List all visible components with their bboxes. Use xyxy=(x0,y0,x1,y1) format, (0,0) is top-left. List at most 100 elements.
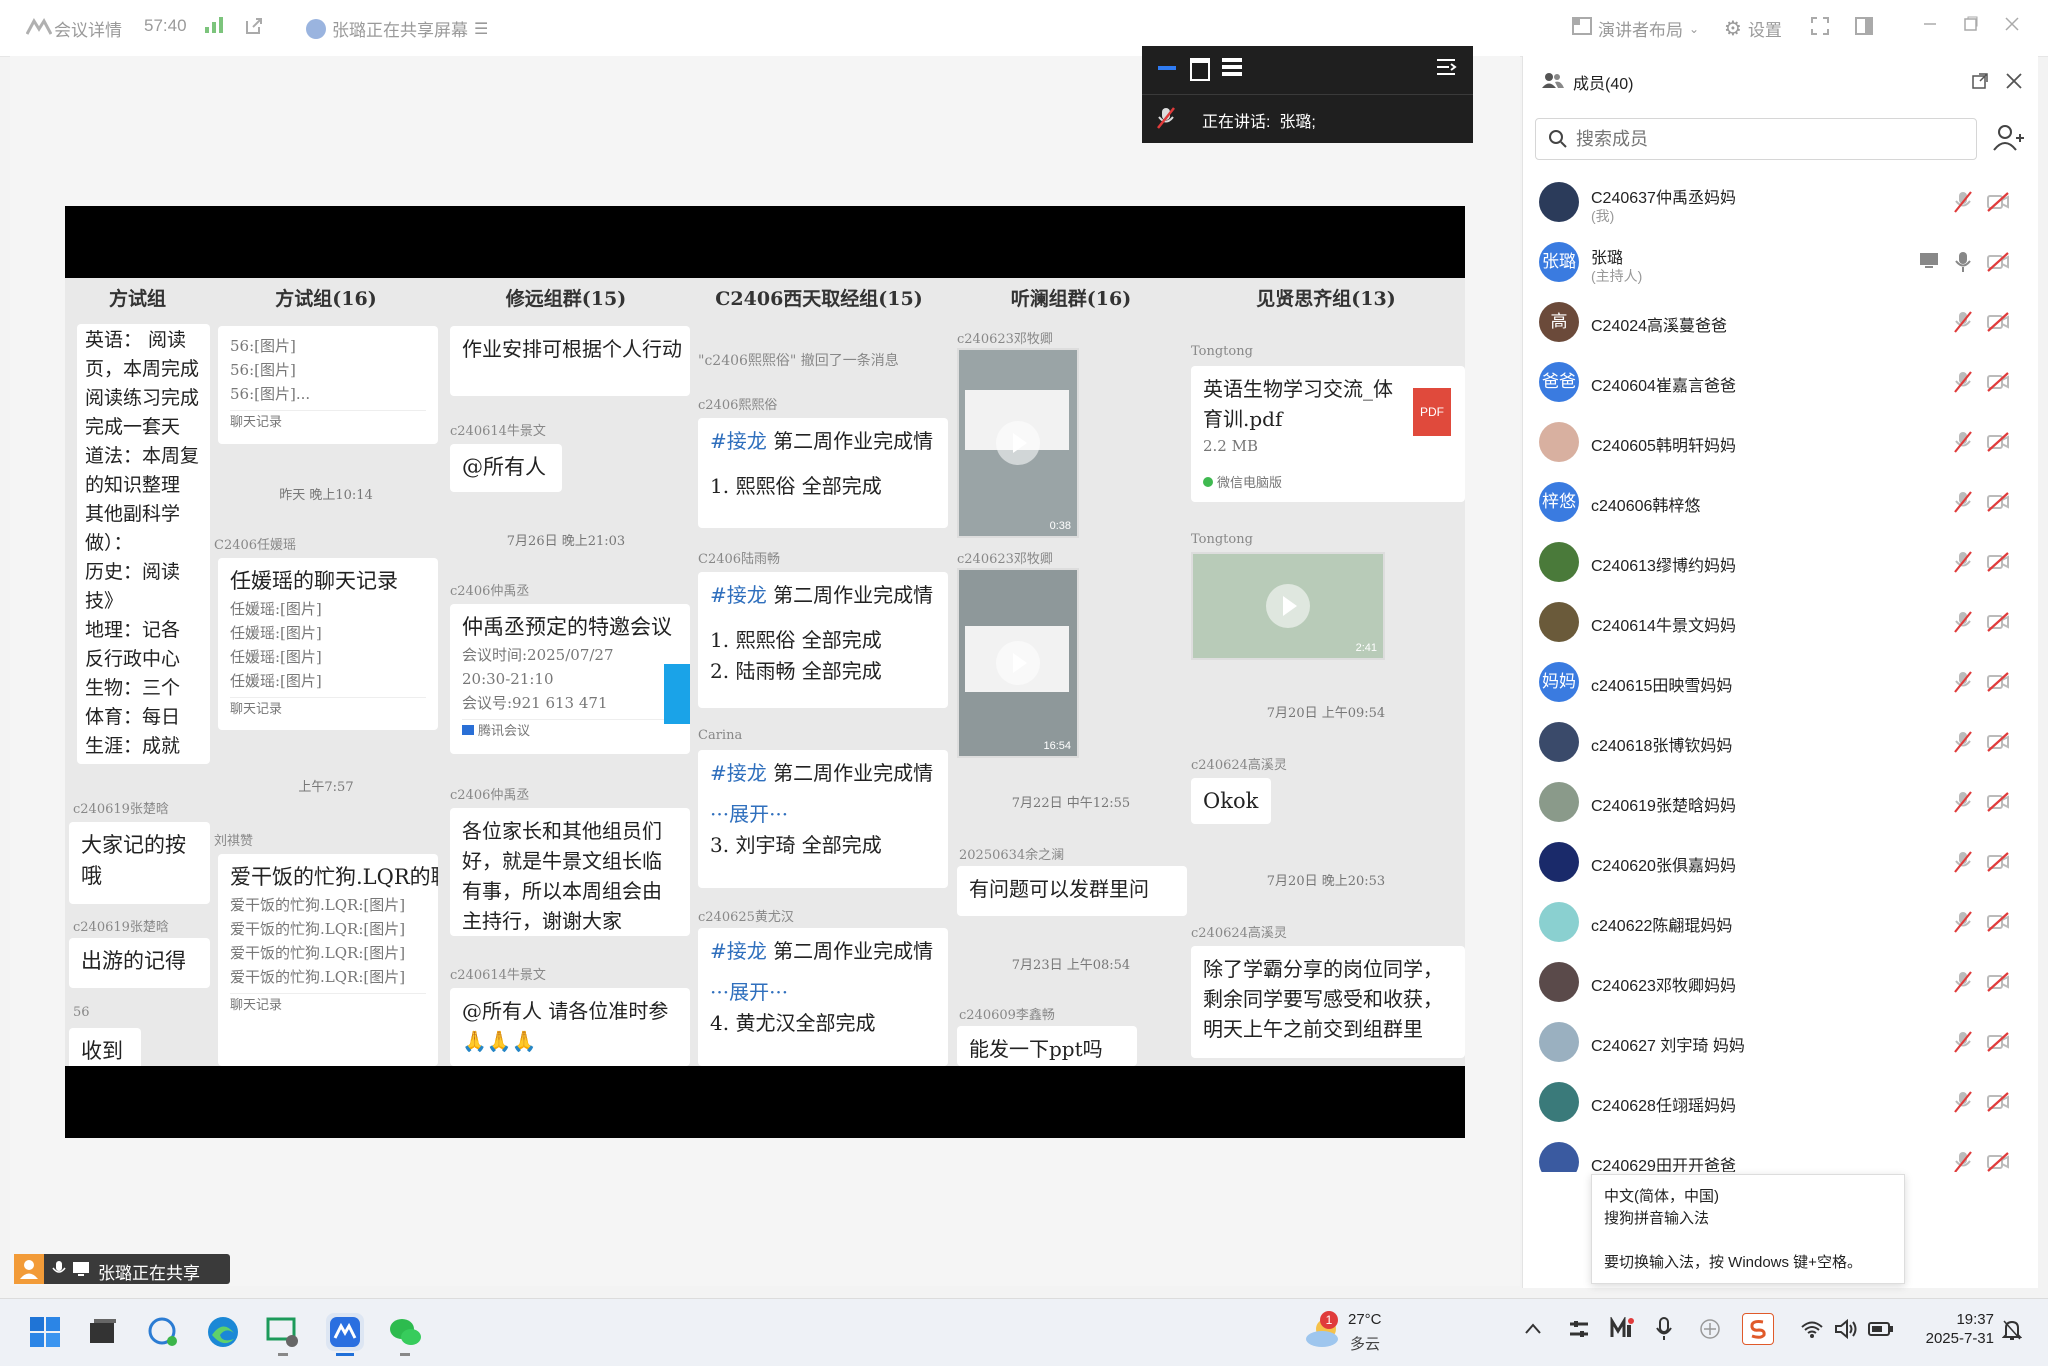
mic-muted-icon[interactable] xyxy=(1953,190,1973,214)
file-card[interactable]: 英语生物学习交流_体育训.pdf 2.2 MB PDF 微信电脑版 xyxy=(1191,366,1465,502)
member-row[interactable]: 高 C24024高溪蔓爸爸 xyxy=(1523,292,2038,352)
sharing-indicator[interactable]: 张璐正在共享 xyxy=(14,1254,230,1284)
copilot-chat-icon[interactable] xyxy=(144,1313,182,1351)
video-thumbnail[interactable]: 2:41 xyxy=(1191,552,1385,660)
member-row[interactable]: C240628任翊瑶妈妈 xyxy=(1523,1072,2038,1132)
camera-off-icon[interactable] xyxy=(1987,252,2009,272)
chat-record-card[interactable]: 56:[图片] 56:[图片] 56:[图片]... 聊天记录 xyxy=(218,326,438,444)
mic-muted-icon[interactable] xyxy=(1953,850,1973,874)
mic-muted-icon[interactable] xyxy=(1953,790,1973,814)
camera-off-icon[interactable] xyxy=(1987,492,2009,512)
member-row[interactable]: C240637仲禹丞妈妈 (我) xyxy=(1523,172,2038,232)
mic-muted-icon[interactable] xyxy=(1953,670,1973,694)
mic-muted-icon[interactable] xyxy=(1953,910,1973,934)
member-row[interactable]: C240620张俱嘉妈妈 xyxy=(1523,832,2038,892)
side-panel-toggle-icon[interactable] xyxy=(1854,16,1874,36)
member-row[interactable]: c240618张博钦妈妈 xyxy=(1523,712,2038,772)
camera-off-icon[interactable] xyxy=(1987,1152,2009,1172)
window-view-icon[interactable] xyxy=(1190,58,1210,81)
member-row[interactable]: 爸爸 C240604崔嘉言爸爸 xyxy=(1523,352,2038,412)
tray-app-icon[interactable] xyxy=(1568,1319,1590,1344)
microphone-tray-icon[interactable] xyxy=(1656,1317,1672,1346)
member-row[interactable]: 梓悠 c240606韩梓悠 xyxy=(1523,472,2038,532)
chat-record-card[interactable]: 任媛瑶的聊天记录 任媛瑶:[图片] 任媛瑶:[图片] 任媛瑶:[图片] 任媛瑶:… xyxy=(218,558,438,730)
mic-muted-icon[interactable] xyxy=(1953,610,1973,634)
invite-member-button[interactable] xyxy=(1987,118,2027,158)
input-method-icon[interactable] xyxy=(1698,1317,1722,1346)
mic-muted-icon[interactable] xyxy=(1953,1030,1973,1054)
camera-off-icon[interactable] xyxy=(1987,192,2009,212)
start-menu-icon[interactable] xyxy=(26,1313,64,1351)
camera-off-icon[interactable] xyxy=(1987,672,2009,692)
tencent-meeting-taskbar-icon[interactable] xyxy=(326,1313,364,1356)
fullscreen-icon[interactable] xyxy=(1810,16,1830,36)
list-view-icon[interactable] xyxy=(1222,58,1242,76)
sogou-input-icon[interactable] xyxy=(1742,1313,1774,1345)
member-row[interactable]: 妈妈 c240615田映雪妈妈 xyxy=(1523,652,2038,712)
camera-off-icon[interactable] xyxy=(1987,372,2009,392)
member-row[interactable]: C240605韩明轩妈妈 xyxy=(1523,412,2038,472)
chat-record-card[interactable]: 爱干饭的忙狗.LQR的聊天记录 爱干饭的忙狗.LQR:[图片] 爱干饭的忙狗.L… xyxy=(218,854,438,1066)
wifi-icon[interactable] xyxy=(1800,1319,1824,1344)
clock[interactable]: 19:37 2025-7-31 xyxy=(1914,1311,1994,1347)
sharing-status[interactable]: 张璐正在共享屏幕 ☰ xyxy=(306,16,488,41)
layout-dropdown[interactable]: 演讲者布局 ⌄ xyxy=(1572,16,1699,41)
search-box[interactable] xyxy=(1535,118,1977,160)
external-link-icon[interactable] xyxy=(244,16,264,36)
tray-m-icon[interactable] xyxy=(1610,1315,1634,1344)
task-view-icon[interactable] xyxy=(84,1313,122,1351)
collapse-panel-icon[interactable] xyxy=(1435,58,1457,81)
member-row[interactable]: C240627 刘宇琦 妈妈 xyxy=(1523,1012,2038,1072)
video-thumbnail[interactable]: 0:38 xyxy=(957,348,1079,538)
camera-off-icon[interactable] xyxy=(1987,1092,2009,1112)
camera-off-icon[interactable] xyxy=(1987,552,2009,572)
mic-muted-icon[interactable] xyxy=(1953,490,1973,514)
mic-icon[interactable] xyxy=(1953,250,1973,274)
minimize-icon[interactable] xyxy=(1922,16,1938,32)
mic-muted-icon[interactable] xyxy=(1953,550,1973,574)
camera-off-icon[interactable] xyxy=(1987,432,2009,452)
camera-off-icon[interactable] xyxy=(1987,612,2009,632)
wechat-icon[interactable] xyxy=(386,1313,424,1356)
member-row[interactable]: C240614牛景文妈妈 xyxy=(1523,592,2038,652)
mic-muted-icon[interactable] xyxy=(1953,310,1973,334)
volume-icon[interactable] xyxy=(1834,1318,1858,1344)
search-members-input[interactable] xyxy=(1574,126,1968,152)
camera-off-icon[interactable] xyxy=(1987,912,2009,932)
settings-button[interactable]: ⚙ 设置 xyxy=(1724,16,1782,41)
member-row[interactable]: C240619张楚晗妈妈 xyxy=(1523,772,2038,832)
notification-bell-icon[interactable] xyxy=(2001,1319,2023,1346)
member-row[interactable]: 张璐 张璐 (主持人) xyxy=(1523,232,2038,292)
edge-browser-icon[interactable] xyxy=(204,1313,242,1351)
mic-muted-icon[interactable] xyxy=(1953,970,1973,994)
mic-muted-icon[interactable] xyxy=(1953,730,1973,754)
remote-desktop-icon[interactable] xyxy=(264,1313,302,1356)
expand-link[interactable]: ···展开··· xyxy=(710,977,936,1008)
camera-off-icon[interactable] xyxy=(1987,732,2009,752)
camera-off-icon[interactable] xyxy=(1987,792,2009,812)
member-row[interactable]: c240622陈翩琨妈妈 xyxy=(1523,892,2038,952)
camera-off-icon[interactable] xyxy=(1987,1032,2009,1052)
video-thumbnail[interactable]: 16:54 xyxy=(957,568,1079,758)
maximize-icon[interactable] xyxy=(1962,16,1978,32)
meeting-details-button[interactable]: 会议详情 xyxy=(25,16,122,41)
camera-off-icon[interactable] xyxy=(1987,312,2009,332)
minimize-view-icon[interactable] xyxy=(1158,66,1176,70)
pop-out-icon[interactable] xyxy=(1971,72,1989,95)
signal-icon[interactable] xyxy=(204,16,224,34)
mic-muted-icon[interactable] xyxy=(1953,370,1973,394)
member-row[interactable]: C240613缪博约妈妈 xyxy=(1523,532,2038,592)
expand-link[interactable]: ···展开··· xyxy=(710,799,936,830)
mic-muted-icon[interactable] xyxy=(1953,1090,1973,1114)
close-panel-icon[interactable] xyxy=(2005,72,2023,95)
mic-muted-icon[interactable] xyxy=(1953,1150,1973,1172)
camera-off-icon[interactable] xyxy=(1987,972,2009,992)
battery-icon[interactable] xyxy=(1868,1321,1894,1342)
meeting-invite-card[interactable]: 仲禹丞预定的特邀会议 会议时间:2025/07/27 20:30-21:10 会… xyxy=(450,604,690,754)
close-window-icon[interactable] xyxy=(2004,16,2020,32)
member-row[interactable]: C240623邓牧卿妈妈 xyxy=(1523,952,2038,1012)
mic-muted-icon[interactable] xyxy=(1953,430,1973,454)
camera-off-icon[interactable] xyxy=(1987,852,2009,872)
weather-icon[interactable]: 1 xyxy=(1302,1311,1346,1351)
chevron-up-icon[interactable] xyxy=(1524,1321,1542,1340)
